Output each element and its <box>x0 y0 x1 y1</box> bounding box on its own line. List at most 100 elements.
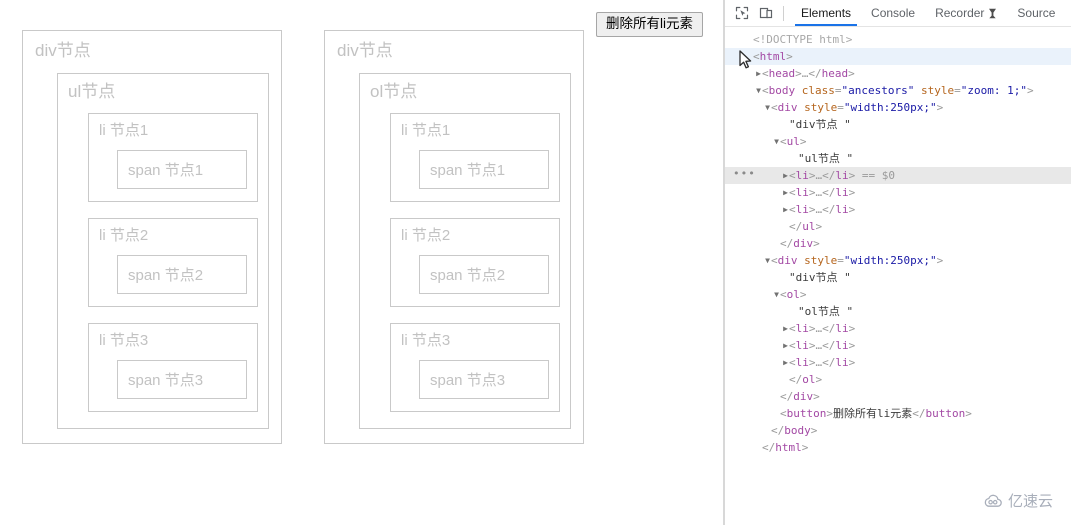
list-node-label: ol节点 <box>370 82 418 102</box>
chevron-right-icon[interactable]: ▶ <box>781 184 790 201</box>
dom-tree-row[interactable]: ▶ <li>…</li> <box>725 337 1071 354</box>
dom-token-punct: > <box>813 237 820 250</box>
dom-token-punct: > <box>815 220 823 233</box>
tab-recorder[interactable]: Recorder <box>925 0 1007 26</box>
dom-tree-row[interactable]: ▼ <div style="width:250px;"> <box>725 252 1071 269</box>
chevron-right-icon[interactable]: ▶ <box>781 337 790 354</box>
chevron-down-icon[interactable]: ▼ <box>763 252 772 269</box>
dom-token-punct: > <box>810 424 818 437</box>
dom-token-punct: >…</ <box>795 67 822 80</box>
dom-tree-row[interactable]: ▶ <li>…</li> <box>725 320 1071 337</box>
dom-row-content: </div> <box>780 237 820 250</box>
dom-token-punct: > <box>848 339 856 352</box>
device-toolbar-icon[interactable] <box>754 2 778 24</box>
dom-token-tagname: li <box>795 322 809 335</box>
delete-all-li-button[interactable]: 删除所有li元素 <box>596 12 703 37</box>
dom-token-punct: </ <box>912 407 926 420</box>
dom-token-punct: > <box>1026 84 1034 97</box>
dom-token-punct: > <box>848 203 856 216</box>
li-node: li 节点3 span 节点3 <box>88 322 258 412</box>
dom-token-tagname: div <box>777 254 798 267</box>
dom-tree-row[interactable]: </div> <box>725 235 1071 252</box>
dom-row-content: "ol节点 " <box>798 305 853 318</box>
chevron-right-icon[interactable]: ▶ <box>781 354 790 371</box>
dom-token-textnode: "ol节点 " <box>798 305 854 318</box>
dom-tree[interactable]: <!DOCTYPE html> <html> ▶ <head>…</head> ▼ <bo… <box>725 27 1071 456</box>
dom-token-punct: > <box>936 101 944 114</box>
tab-source[interactable]: Source <box>1007 0 1065 26</box>
dom-token-tagname: body <box>784 424 811 437</box>
dom-tree-row[interactable]: "div节点 " <box>725 116 1071 133</box>
dom-tree-row[interactable]: </html> <box>725 439 1071 456</box>
dom-token-punct: </ <box>780 390 794 403</box>
toolbar-separator <box>783 5 784 21</box>
li-node-label: li 节点1 <box>99 121 149 139</box>
dom-token-punct <box>914 84 921 97</box>
dom-token-punct: >…</ <box>808 203 836 216</box>
dom-token-punct: > <box>826 407 833 420</box>
dom-tree-row[interactable]: ▼ <ol> <box>725 286 1071 303</box>
dom-tree-row[interactable]: </body> <box>725 422 1071 439</box>
li-node-label: li 节点3 <box>99 331 149 349</box>
dom-tree-row[interactable]: ••• ▶ <li>…</li> == $0 <box>725 167 1071 184</box>
cloud-icon <box>984 494 1002 507</box>
row-more-icon[interactable]: ••• <box>733 167 756 184</box>
chevron-right-icon[interactable]: ▶ <box>781 167 790 184</box>
dom-token-punct: > <box>965 407 972 420</box>
tab-elements[interactable]: Elements <box>791 0 861 26</box>
dom-token-punct: >…</ <box>808 356 836 369</box>
dom-tree-row[interactable]: "div节点 " <box>725 269 1071 286</box>
dom-row-content: </body> <box>771 424 817 437</box>
chevron-down-icon[interactable]: ▼ <box>772 133 781 150</box>
span-node: span 节点3 <box>419 359 549 399</box>
dom-tree-row[interactable]: ▶ <head>…</head> <box>725 65 1071 82</box>
dom-token-tagname: button <box>925 407 966 420</box>
dom-tree-row[interactable]: <button>删除所有li元素</button> <box>725 405 1071 422</box>
inspect-element-icon[interactable] <box>730 2 754 24</box>
dom-token-tagname: li <box>835 169 849 182</box>
dom-tree-row[interactable]: ▼ <body class="ancestors" style="zoom: 1;… <box>725 82 1071 99</box>
dom-row-content: </ul> <box>789 220 822 233</box>
dom-tree-row[interactable]: ▶ <li>…</li> <box>725 184 1071 201</box>
chevron-down-icon[interactable]: ▼ <box>763 99 772 116</box>
span-node: span 节点3 <box>117 359 247 399</box>
dom-token-punct: </ <box>762 441 776 454</box>
dom-tree-row[interactable]: <!DOCTYPE html> <box>725 31 1071 48</box>
li-node: li 节点3 span 节点3 <box>390 322 560 412</box>
page-columns: div节点 ul节点 li 节点1 span 节点1 li 节点2 span 节点2 li … <box>22 30 584 444</box>
dom-tree-row[interactable]: "ol节点 " <box>725 303 1071 320</box>
chevron-right-icon[interactable]: ▶ <box>781 320 790 337</box>
dom-token-tagname: ul <box>802 220 816 233</box>
dom-tree-row[interactable]: ▼ <ul> <box>725 133 1071 150</box>
dom-tree-row[interactable]: ▼ <div style="width:250px;"> <box>725 99 1071 116</box>
chevron-right-icon[interactable]: ▶ <box>754 65 763 82</box>
chevron-down-icon[interactable]: ▼ <box>754 82 763 99</box>
dom-token-punct: > <box>848 67 855 80</box>
dom-token-tagname: body <box>768 84 796 97</box>
dom-tree-row[interactable]: </div> <box>725 388 1071 405</box>
dom-tree-row[interactable]: "ul节点 " <box>725 150 1071 167</box>
tab-console[interactable]: Console <box>861 0 925 26</box>
dom-row-content: "div节点 " <box>789 118 851 131</box>
dom-token-punct: > <box>799 288 807 301</box>
dom-row-content: <li>…</li> == $0 <box>789 169 895 182</box>
dom-token-tagname: html <box>759 50 787 63</box>
dom-tree-row[interactable]: ▶ <li>…</li> <box>725 201 1071 218</box>
dom-token-tagname: div <box>793 237 814 250</box>
dom-tree-row[interactable]: </ol> <box>725 371 1071 388</box>
dom-tree-row[interactable]: <html> <box>725 48 1071 65</box>
dom-tree-row[interactable]: </ul> <box>725 218 1071 235</box>
dom-token-tagname: li <box>835 356 849 369</box>
rendered-page-pane: div节点 ul节点 li 节点1 span 节点1 li 节点2 span 节点2 li … <box>0 0 723 525</box>
dom-tree-row[interactable]: ▶ <li>…</li> <box>725 354 1071 371</box>
dom-row-content: <head>…</head> <box>762 67 855 80</box>
dom-token-attrname: style <box>804 101 838 114</box>
dom-token-attrval: "width:250px;" <box>843 254 937 267</box>
chevron-right-icon[interactable]: ▶ <box>781 201 790 218</box>
chevron-down-icon[interactable]: ▼ <box>772 286 781 303</box>
dom-token-tagname: button <box>786 407 827 420</box>
dom-token-punct: = <box>837 101 844 114</box>
dom-row-content: <!DOCTYPE html> <box>753 33 852 46</box>
dom-token-punct: > <box>815 373 823 386</box>
dom-row-content: <html> <box>753 50 793 63</box>
